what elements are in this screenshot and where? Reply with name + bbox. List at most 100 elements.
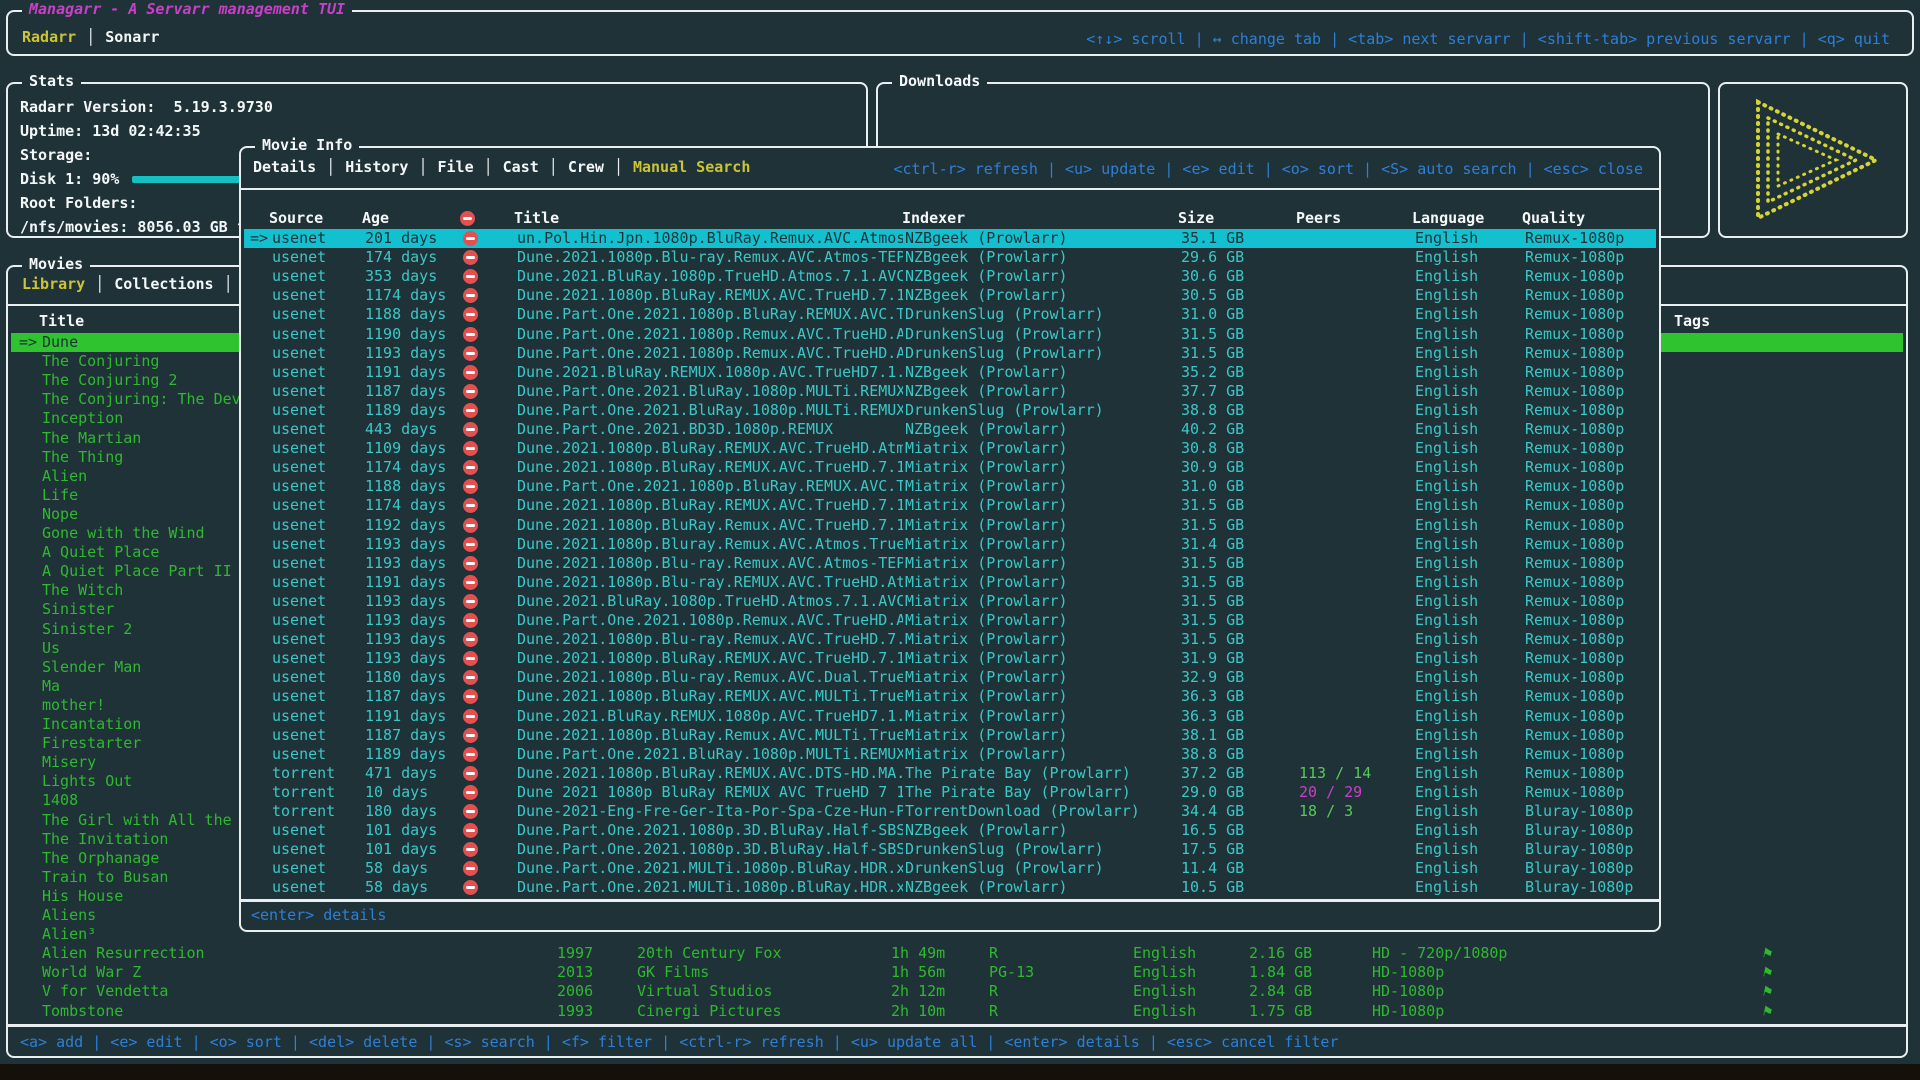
indexer-cell: DrunkenSlug (Prowlarr) [905,305,1104,324]
search-result-row[interactable]: usenet1193 daysDune.Part.One.2021.1080p.… [244,344,1656,363]
language-cell: English [1415,267,1478,286]
tab-collections[interactable]: Collections [114,275,213,293]
movie-row[interactable]: World War Z2013GK Films1h 56mPG-13Englis… [11,963,1903,982]
tab-details[interactable]: Details [253,158,316,176]
release-title-cell: Dune.2021.1080p.BluRay.Remux.AVC.TrueHD.… [517,516,903,535]
search-result-row[interactable]: usenet353 daysDune.2021.BluRay.1080p.Tru… [244,267,1656,286]
tab-cast[interactable]: Cast [503,158,539,176]
tab-crew[interactable]: Crew [568,158,604,176]
search-result-row[interactable]: usenet101 daysDune.Part.One.2021.1080p.3… [244,840,1656,859]
movie-title-cell: Sinister 2 [42,620,132,639]
search-result-row[interactable]: usenet1193 daysDune.2021.1080p.Bluray.Re… [244,535,1656,554]
search-result-row[interactable]: usenet1187 daysDune.2021.1080p.BluRay.Re… [244,726,1656,745]
search-result-row[interactable]: usenet58 daysDune.Part.One.2021.MULTi.10… [244,859,1656,878]
quality-cell: Remux-1080p [1525,344,1624,363]
search-result-row[interactable]: usenet1191 daysDune.2021.1080p.Blu-ray.R… [244,573,1656,592]
col-header-quality: Quality [1522,209,1585,228]
search-result-row[interactable]: usenet1193 daysDune.2021.1080p.Blu-ray.R… [244,630,1656,649]
search-result-row[interactable]: usenet1193 daysDune.2021.1080p.BluRay.RE… [244,649,1656,668]
search-result-row[interactable]: usenet1188 daysDune.Part.One.2021.1080p.… [244,305,1656,324]
release-title-cell: Dune.Part.One.2021.1080p.Remux.AVC.TrueH… [517,344,903,363]
search-result-row[interactable]: usenet1191 daysDune.2021.BluRay.REMUX.10… [244,363,1656,382]
search-result-row[interactable]: usenet174 daysDune.2021.1080p.Blu-ray.Re… [244,248,1656,267]
search-result-row[interactable]: torrent471 daysDune.2021.1080p.BluRay.RE… [244,764,1656,783]
tab-file[interactable]: File [438,158,474,176]
tab-sonarr[interactable]: Sonarr [105,28,159,46]
movie-row[interactable]: Tombstone1993Cinergi Pictures2h 10mREngl… [11,1002,1903,1021]
tab-separator: │ [316,158,345,176]
rejected-icon [463,766,478,781]
tab-history[interactable]: History [345,158,408,176]
search-result-row[interactable]: usenet1187 daysDune.Part.One.2021.BluRay… [244,382,1656,401]
search-result-row[interactable]: usenet1190 daysDune.Part.One.2021.1080p.… [244,325,1656,344]
source-cell: usenet [272,687,326,706]
movie-title-cell: Dune [42,333,78,352]
col-header-size: Size [1178,209,1214,228]
movies-title: Movies [22,255,90,273]
tab-radarr[interactable]: Radarr [22,28,76,46]
size-cell: 37.7 GB [1181,382,1244,401]
age-cell: 1187 days [365,726,446,745]
search-result-row[interactable]: usenet1180 daysDune.2021.1080p.Blu-ray.R… [244,668,1656,687]
search-result-row[interactable]: usenet1193 daysDune.Part.One.2021.1080p.… [244,611,1656,630]
age-cell: 1174 days [365,458,446,477]
search-result-row[interactable]: usenet1174 daysDune.2021.1080p.BluRay.RE… [244,496,1656,515]
search-result-row[interactable]: usenet1189 daysDune.Part.One.2021.BluRay… [244,401,1656,420]
quality-cell: Remux-1080p [1525,496,1624,515]
search-result-row[interactable]: usenet1174 daysDune.2021.1080p.BluRay.RE… [244,286,1656,305]
quality-cell: Remux-1080p [1525,630,1624,649]
search-result-row[interactable]: usenet1189 daysDune.Part.One.2021.BluRay… [244,745,1656,764]
movie-title-cell: Train to Busan [42,868,168,887]
search-result-row[interactable]: usenet1192 daysDune.2021.1080p.BluRay.Re… [244,516,1656,535]
search-result-row[interactable]: usenet1193 daysDune.2021.BluRay.1080p.Tr… [244,592,1656,611]
movie-info-modal: Movie Info Details │ History │ File │ Ca… [239,146,1661,932]
indexer-cell: NZBgeek (Prowlarr) [905,878,1068,897]
tab-manual-search[interactable]: Manual Search [633,158,750,176]
source-cell: usenet [272,859,326,878]
movie-row[interactable]: Alien Resurrection199720th Century Fox1h… [11,944,1903,963]
movie-studio-cell: Cinergi Pictures [637,1002,782,1021]
age-cell: 174 days [365,248,437,267]
search-result-row[interactable]: usenet443 daysDune.Part.One.2021.BD3D.10… [244,420,1656,439]
age-cell: 1189 days [365,401,446,420]
managarr-logo-icon [1720,84,1906,236]
search-result-row[interactable]: usenet1174 daysDune.2021.1080p.BluRay.RE… [244,458,1656,477]
size-cell: 31.5 GB [1181,592,1244,611]
movie-title-cell: The Conjuring: The Dev [42,390,241,409]
search-result-row[interactable]: usenet1188 daysDune.Part.One.2021.1080p.… [244,477,1656,496]
tab-library[interactable]: Library [22,275,85,293]
age-cell: 1193 days [365,535,446,554]
search-result-row[interactable]: usenet1109 daysDune.2021.1080p.BluRay.RE… [244,439,1656,458]
search-result-row[interactable]: usenet58 daysDune.Part.One.2021.MULTi.10… [244,878,1656,897]
movie-title-cell: The Witch [42,581,123,600]
source-cell: usenet [272,592,326,611]
rejected-icon [463,327,478,342]
search-result-row[interactable]: torrent180 daysDune-2021-Eng-Fre-Ger-Ita… [244,802,1656,821]
search-result-row[interactable]: usenet1187 daysDune.2021.1080p.BluRay.RE… [244,687,1656,706]
source-cell: usenet [272,707,326,726]
disk-usage-label: Disk 1: 90% [20,170,119,189]
release-title-cell: Dune.2021.1080p.Blu-ray.Remux.AVC.TrueHD… [517,630,903,649]
search-result-row[interactable]: =>usenet201 daysun.Pol.Hin.Jpn.1080p.Blu… [244,229,1656,248]
search-result-row[interactable]: usenet1191 daysDune.2021.BluRay.REMUX.10… [244,707,1656,726]
modal-tabs-divider [241,188,1659,190]
size-cell: 31.5 GB [1181,573,1244,592]
source-cell: usenet [272,840,326,859]
rejected-icon [463,670,478,685]
indexer-cell: Miatrix (Prowlarr) [905,668,1068,687]
downloads-title: Downloads [892,72,987,90]
movie-row[interactable]: V for Vendetta2006Virtual Studios2h 12mR… [11,982,1903,1001]
language-cell: English [1415,516,1478,535]
age-cell: 443 days [365,420,437,439]
rejected-icon [463,365,478,380]
language-cell: English [1415,573,1478,592]
size-cell: 37.2 GB [1181,764,1244,783]
quality-cell: Remux-1080p [1525,248,1624,267]
search-result-row[interactable]: usenet101 daysDune.Part.One.2021.1080p.3… [244,821,1656,840]
source-cell: usenet [272,649,326,668]
stats-title: Stats [22,72,81,90]
search-result-row[interactable]: usenet1193 daysDune.2021.1080p.Blu-ray.R… [244,554,1656,573]
search-result-row[interactable]: torrent10 daysDune 2021 1080p BluRay REM… [244,783,1656,802]
movie-title-cell: Aliens [42,906,96,925]
size-cell: 16.5 GB [1181,821,1244,840]
